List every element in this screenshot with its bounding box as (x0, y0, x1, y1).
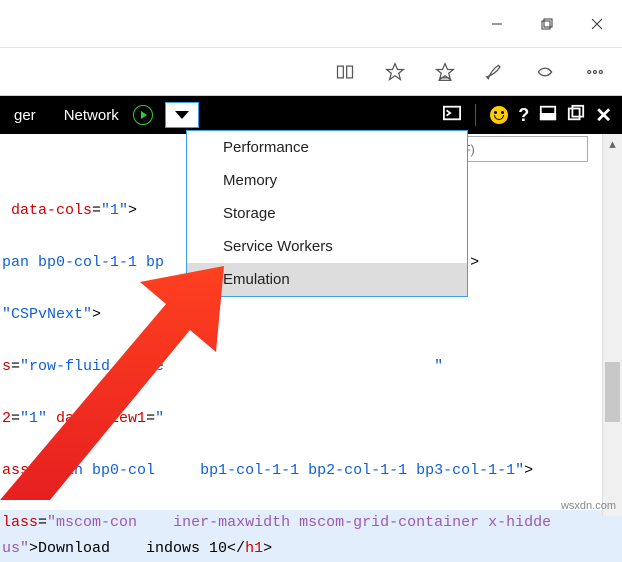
close-button[interactable] (572, 0, 622, 48)
code-text: pan bp0-col-1-1 bp (2, 254, 164, 271)
code-text: "CSPvNext" (2, 306, 92, 323)
separator (475, 104, 476, 126)
undock-icon[interactable] (567, 104, 585, 126)
code-text: "row-fluid title (20, 358, 164, 375)
share-icon[interactable] (534, 61, 556, 83)
more-icon[interactable] (584, 61, 606, 83)
reading-view-icon[interactable] (334, 61, 356, 83)
help-button[interactable]: ? (518, 105, 529, 126)
scroll-up-icon[interactable]: ▴ (603, 134, 622, 154)
debugger-tab-partial[interactable]: ger (0, 96, 50, 134)
chevron-down-icon (175, 111, 189, 119)
close-devtools-icon[interactable]: ✕ (595, 103, 612, 128)
favorite-star-icon[interactable] (384, 61, 406, 83)
play-icon[interactable] (133, 105, 153, 125)
minimize-button[interactable] (472, 0, 522, 48)
menu-item-service-workers[interactable]: Service Workers (187, 230, 467, 263)
devtools-overflow-menu: Performance Memory Storage Service Worke… (186, 130, 468, 297)
network-tab[interactable]: Network (50, 96, 133, 134)
maximize-button[interactable] (522, 0, 572, 48)
scrollbar-thumb[interactable] (605, 362, 620, 422)
favorites-list-icon[interactable] (434, 61, 456, 83)
menu-item-emulation[interactable]: Emulation (187, 263, 467, 296)
window-titlebar (0, 0, 622, 48)
console-toggle-icon[interactable] (443, 104, 461, 126)
devtools-toolbar: ger Network ? ✕ (0, 96, 622, 134)
code-text: data-cols (2, 202, 92, 219)
search-input[interactable] (448, 136, 588, 162)
watermark: wsxdn.com (561, 500, 616, 512)
feedback-smiley-icon[interactable] (490, 106, 508, 124)
vertical-scrollbar[interactable]: ▴ (602, 134, 622, 516)
menu-item-performance[interactable]: Performance (187, 131, 467, 164)
menu-item-memory[interactable]: Memory (187, 164, 467, 197)
notes-pen-icon[interactable] (484, 61, 506, 83)
tabs-overflow-button[interactable] (165, 102, 199, 128)
browser-toolbar (0, 48, 622, 96)
dock-bottom-icon[interactable] (539, 104, 557, 126)
menu-item-storage[interactable]: Storage (187, 197, 467, 230)
